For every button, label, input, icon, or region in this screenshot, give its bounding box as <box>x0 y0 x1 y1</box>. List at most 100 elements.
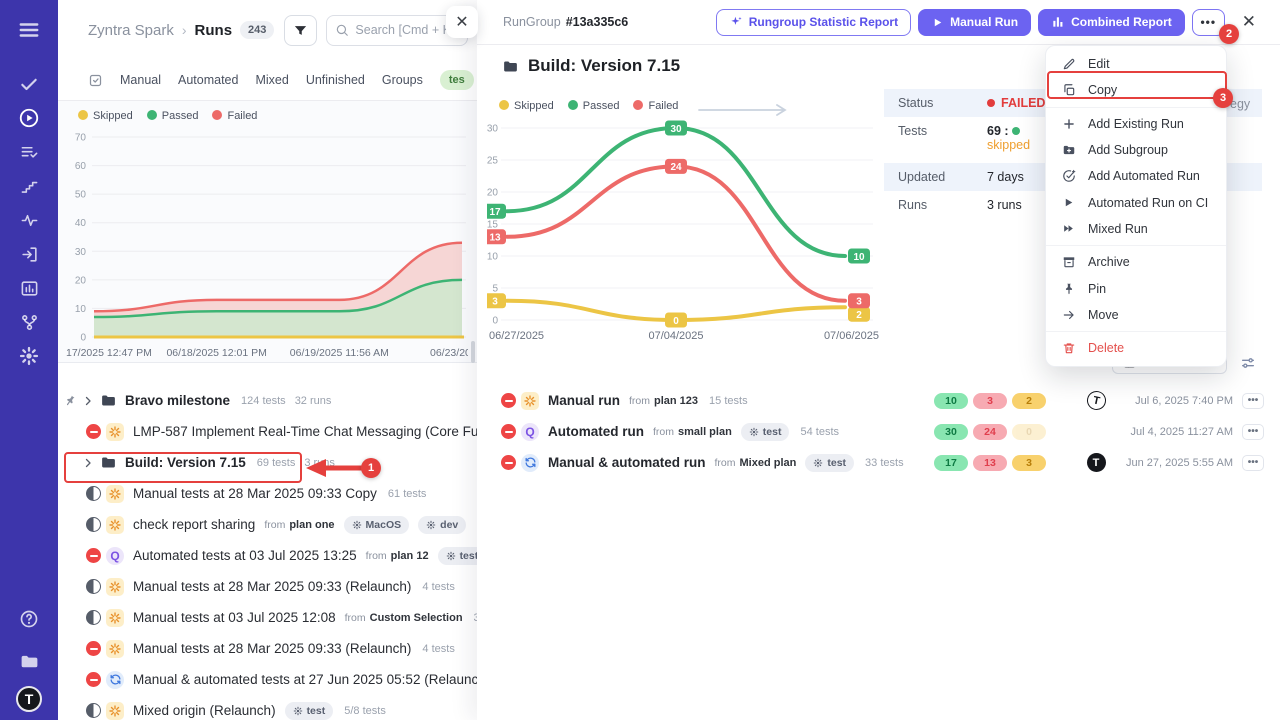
status-failed-icon <box>86 424 101 439</box>
tab-mixed[interactable]: Mixed <box>255 73 288 87</box>
run-title: Automated tests at 03 Jul 2025 13:25 <box>133 548 357 563</box>
tab-manual[interactable]: Manual <box>120 73 161 87</box>
run-row[interactable]: check report sharingfromplan oneMacOSdev… <box>58 509 477 540</box>
menu-item-delete[interactable]: Delete <box>1046 335 1226 361</box>
menu-item-automated-run-on-ci[interactable]: Automated Run on CI <box>1046 189 1226 215</box>
legend-item: Failed <box>212 110 257 122</box>
run-row[interactable]: LMP-587 Implement Real-Time Chat Messagi… <box>58 416 477 447</box>
menu-item-label: Automated Run on CI <box>1088 196 1208 210</box>
run-title: Manual tests at 28 Mar 2025 09:33 (Relau… <box>133 579 411 594</box>
meta-text: 4 tests <box>422 643 454 655</box>
menu-item-label: Delete <box>1088 341 1124 355</box>
from-plan: fromsmall plan <box>653 426 732 438</box>
run-row[interactable]: Manual tests at 03 Jul 2025 12:08fromCus… <box>58 602 477 633</box>
ellipsis-icon: ••• <box>1200 15 1216 29</box>
menu-item-pin[interactable]: Pin <box>1046 275 1226 301</box>
from-plan: fromplan 123 <box>629 395 698 407</box>
run-row[interactable]: QAutomated runfromsmall plantest54 tests… <box>477 416 1280 447</box>
manual-run-icon <box>106 423 124 441</box>
svg-text:3: 3 <box>856 297 862 308</box>
run-row[interactable]: Manual & automated tests at 27 Jun 2025 … <box>58 664 477 695</box>
sidebar-item-branch[interactable] <box>9 305 49 339</box>
sidebar-bottom: T <box>0 602 58 712</box>
menu-item-archive[interactable]: Archive <box>1046 249 1226 275</box>
sidebar-item-report[interactable] <box>9 271 49 305</box>
tag-filter-pill[interactable]: tes <box>440 70 474 90</box>
menu-item-mixed-run[interactable]: Mixed Run <box>1046 216 1226 242</box>
annotation-step-2: 2 <box>1219 24 1239 44</box>
menu-item-copy[interactable]: Copy <box>1046 77 1226 103</box>
sidebar-item-menu[interactable] <box>9 13 49 47</box>
manual-run-icon <box>106 516 124 534</box>
run-row[interactable]: Manual tests at 28 Mar 2025 09:33 Copy61… <box>58 478 477 509</box>
row-more-button[interactable]: ••• <box>1242 455 1264 471</box>
run-row[interactable]: Manual runfromplan 12315 tests1032TJul 6… <box>477 385 1280 416</box>
menu-item-add-automated-run[interactable]: Add Automated Run <box>1046 163 1226 189</box>
sidebar-item-import[interactable] <box>9 237 49 271</box>
run-row[interactable]: Manual tests at 28 Mar 2025 09:33 (Relau… <box>58 571 477 602</box>
legend-dot <box>499 100 509 110</box>
sidebar-item-help[interactable] <box>9 602 49 636</box>
run-title: check report sharing <box>133 517 255 532</box>
sidebar-item-pulse[interactable] <box>9 203 49 237</box>
manual-run-icon <box>106 702 124 720</box>
select-all-icon[interactable] <box>88 73 103 88</box>
search-icon <box>335 23 349 37</box>
sidebar-item-check[interactable] <box>9 67 49 101</box>
chevron-right-icon[interactable] <box>82 395 94 407</box>
clipped-right-text: egy <box>1230 97 1250 111</box>
run-row[interactable]: Manual tests at 28 Mar 2025 09:33 (Relau… <box>58 633 477 664</box>
tab-automated[interactable]: Automated <box>178 73 238 87</box>
combined-report-button[interactable]: Combined Report <box>1038 9 1185 36</box>
scrollbar-thumb[interactable] <box>471 341 475 363</box>
run-row[interactable]: Mixed origin (Relaunch)test5/8 tests <box>58 695 477 720</box>
sidebar-item-steps[interactable] <box>9 169 49 203</box>
mixed-run-icon <box>106 671 124 689</box>
tab-groups[interactable]: Groups <box>382 73 423 87</box>
from-plan: fromCustom Selection <box>345 612 463 624</box>
meta-text: 33 tests <box>865 457 904 469</box>
group-trend-card: SkippedPassedFailed 05101520253030213243… <box>487 92 881 344</box>
svg-text:06/23/202: 06/23/202 <box>430 347 468 359</box>
check-icon <box>19 74 39 94</box>
breadcrumb-section[interactable]: Runs <box>195 22 233 39</box>
result-badges: 1032 <box>934 393 1046 409</box>
search-input[interactable] <box>355 23 455 37</box>
group-row[interactable]: Bravo milestone124 tests32 runs <box>58 385 477 416</box>
sliders-icon[interactable] <box>1240 355 1256 371</box>
arrow-right-hint-icon <box>697 102 789 118</box>
statistic-report-button[interactable]: Rungroup Statistic Report <box>716 9 911 36</box>
menu-item-move[interactable]: Move <box>1046 302 1226 328</box>
sidebar-item-play[interactable] <box>9 101 49 135</box>
svg-text:20: 20 <box>75 275 87 286</box>
row-more-button[interactable]: ••• <box>1242 393 1264 409</box>
drawer-close-button[interactable]: ✕ <box>446 6 478 38</box>
legend-label: Failed <box>648 100 678 112</box>
sidebar-item-folders[interactable] <box>9 644 49 678</box>
group-row[interactable]: Build: Version 7.1569 tests3 runs <box>58 447 477 478</box>
panel-close-button[interactable]: ✕ <box>1242 12 1256 32</box>
run-row[interactable]: QAutomated tests at 03 Jul 2025 13:25fro… <box>58 540 477 571</box>
tab-unfinished[interactable]: Unfinished <box>306 73 365 87</box>
row-more-button[interactable]: ••• <box>1242 424 1264 440</box>
gear-icon <box>446 551 456 561</box>
legend-dot <box>147 110 157 120</box>
menu-item-edit[interactable]: Edit <box>1046 51 1226 77</box>
rungroup-id: #13a335c6 <box>566 15 629 29</box>
help-icon <box>19 609 39 629</box>
sidebar-item-list-check[interactable] <box>9 135 49 169</box>
failed-badge: 3 <box>973 393 1007 409</box>
run-row[interactable]: Manual & automated runfromMixed plantest… <box>477 447 1280 478</box>
menu-item-add-subgroup[interactable]: Add Subgroup <box>1046 137 1226 163</box>
failed-badge: 13 <box>973 455 1007 471</box>
breadcrumb-project[interactable]: Zyntra Spark <box>88 22 174 39</box>
chevron-right-icon[interactable] <box>82 457 94 469</box>
menu-item-add-existing-run[interactable]: Add Existing Run <box>1046 111 1226 137</box>
filter-button[interactable] <box>284 15 317 46</box>
sidebar-item-gear[interactable] <box>9 339 49 373</box>
svg-text:30: 30 <box>75 247 87 258</box>
runs-history-chart: 01020304050607017/2025 12:47 PM06/18/202… <box>64 129 468 363</box>
manual-run-button[interactable]: Manual Run <box>918 9 1031 36</box>
svg-text:70: 70 <box>75 133 87 144</box>
user-avatar[interactable]: T <box>16 686 42 712</box>
